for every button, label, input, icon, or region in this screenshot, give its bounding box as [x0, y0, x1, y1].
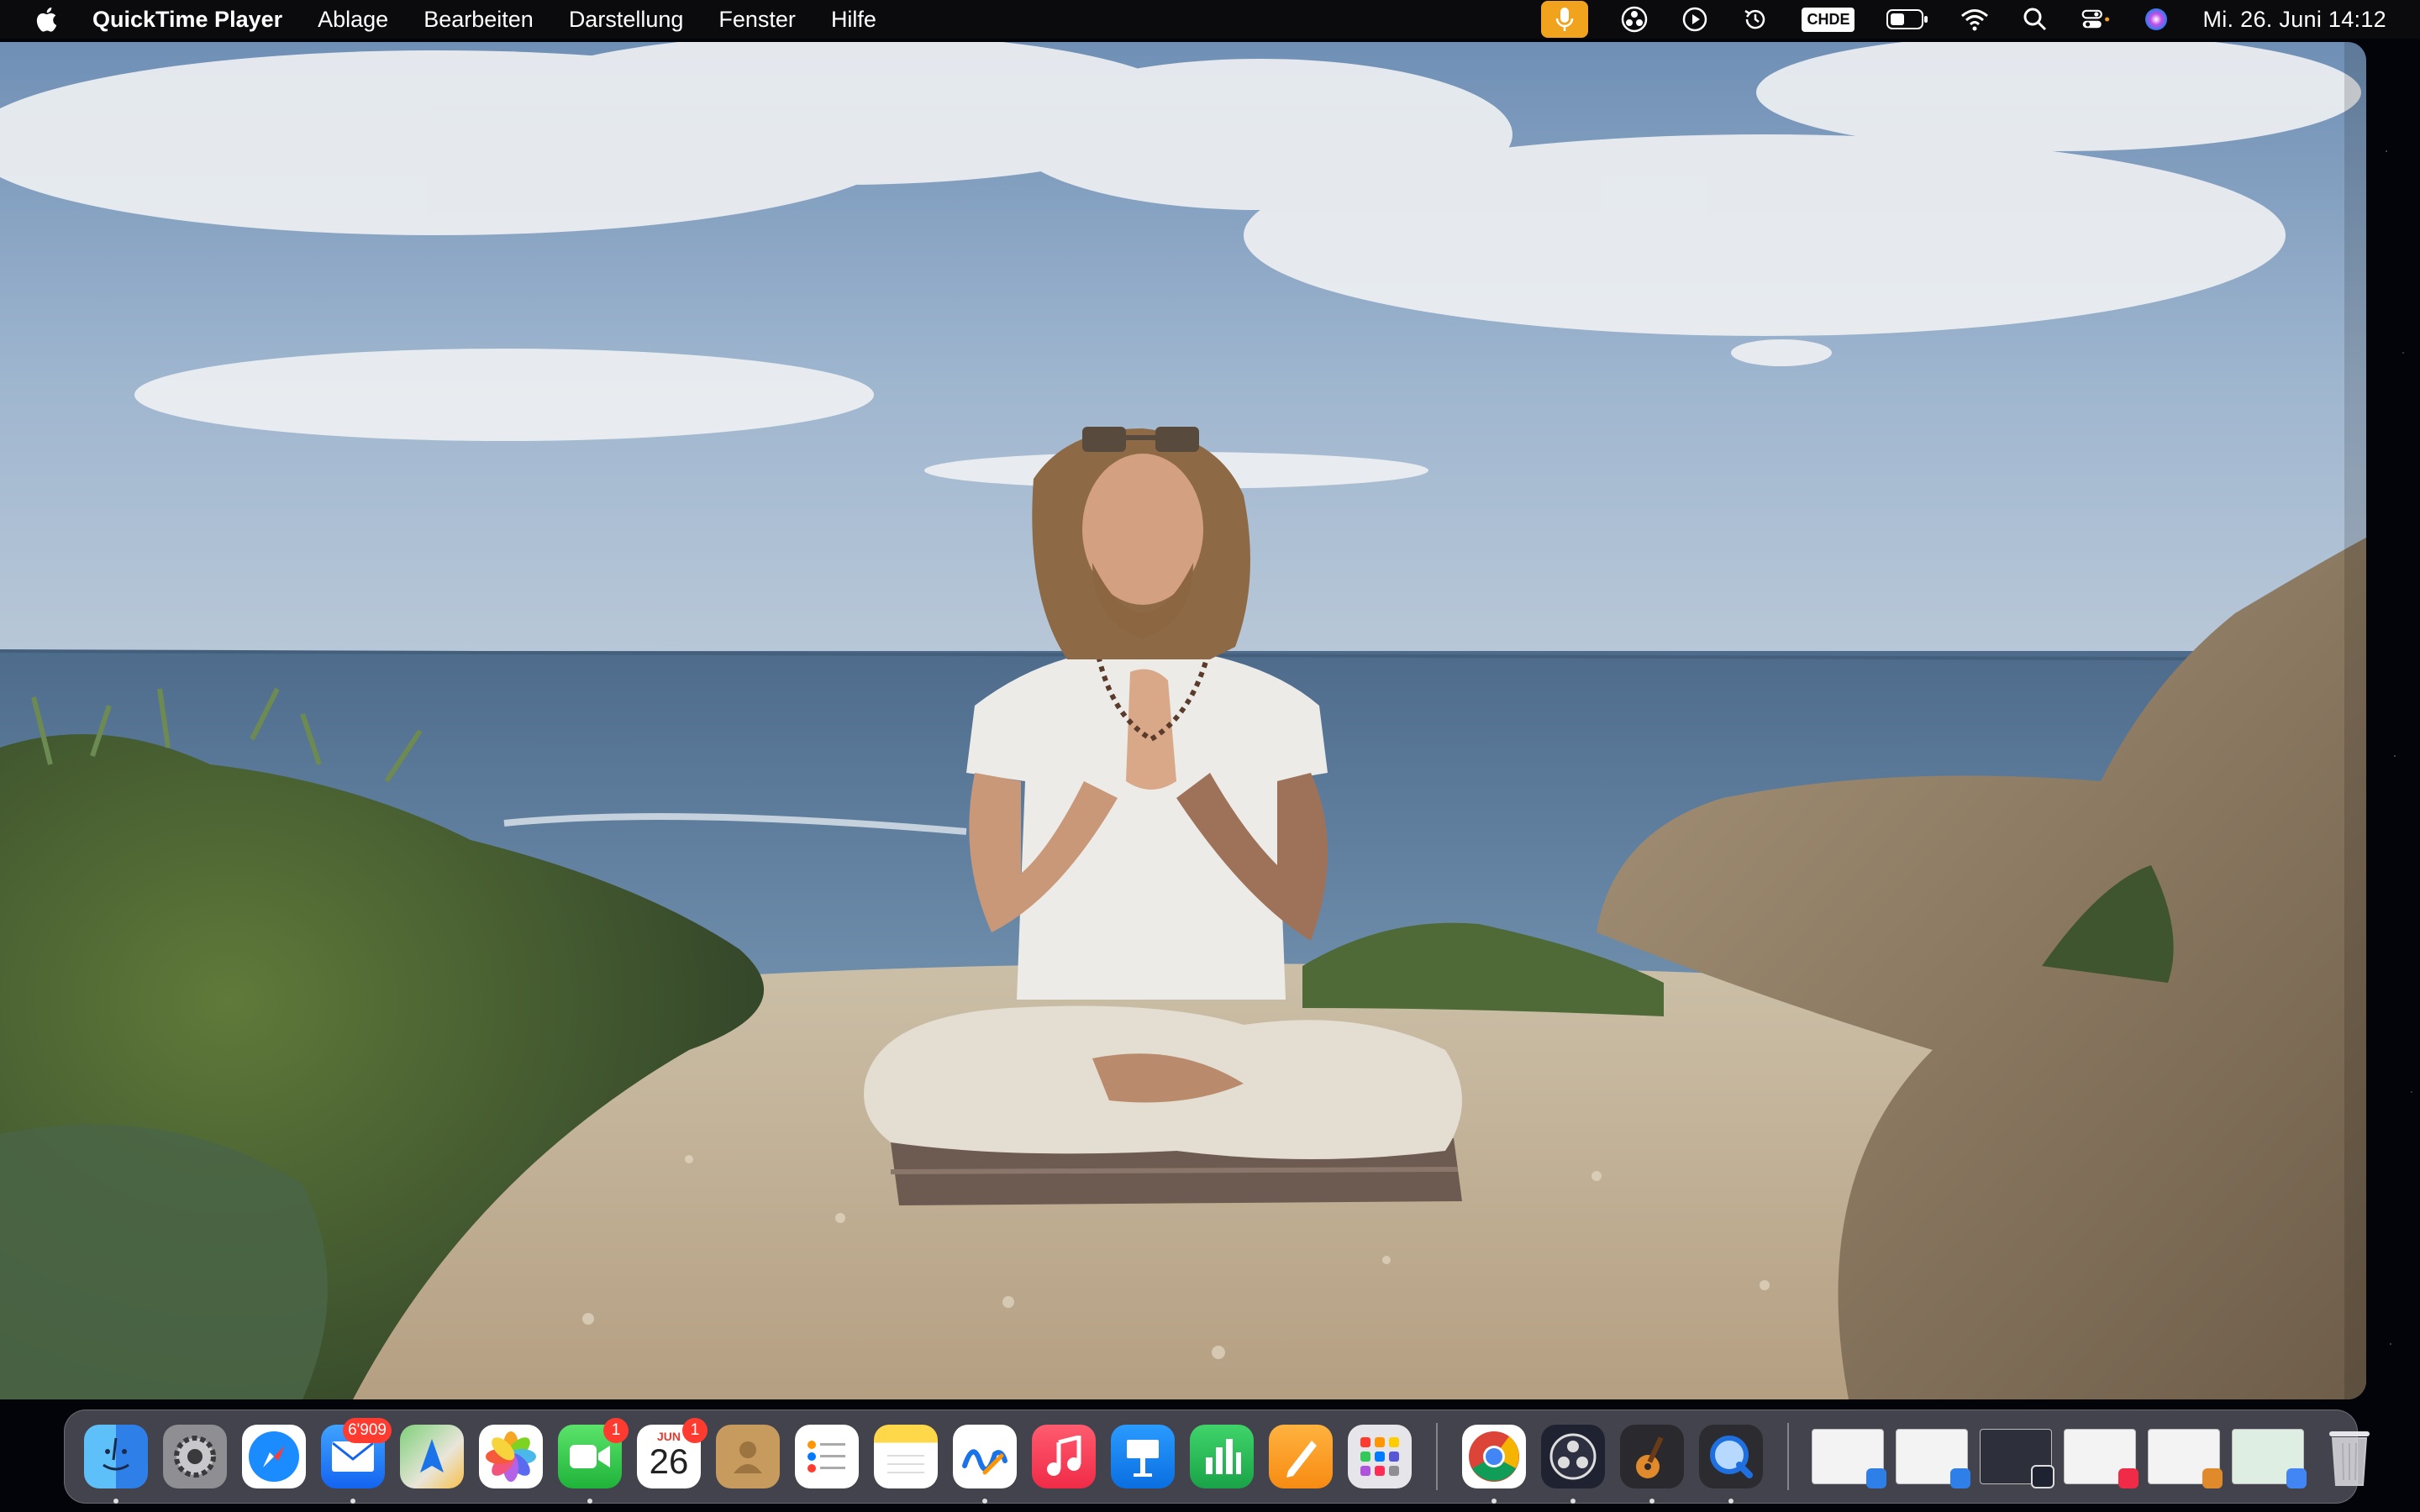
compass-icon [249, 1431, 299, 1482]
dock-maps[interactable] [400, 1425, 464, 1488]
dock-reminders[interactable] [795, 1425, 859, 1488]
guitar-icon [2202, 1468, 2223, 1488]
obs-studio-icon [1549, 1433, 1597, 1480]
dock-pages[interactable] [1269, 1425, 1333, 1488]
dock-garageband[interactable] [1620, 1425, 1684, 1504]
dock-minimized-window[interactable] [1812, 1429, 1886, 1488]
input-source-indicator[interactable]: CHDE [1802, 7, 1855, 32]
dock-contacts[interactable] [716, 1425, 780, 1488]
battery-icon[interactable] [1886, 5, 1928, 34]
finder-icon [1866, 1468, 1886, 1488]
pages-pen-icon [1286, 1441, 1317, 1478]
obs-icon[interactable] [1620, 5, 1649, 34]
dock-chrome[interactable] [1462, 1425, 1526, 1504]
dock-launchpad[interactable] [1348, 1425, 1412, 1488]
menu-bar: QuickTime Player Ablage Bearbeiten Darst… [0, 0, 2420, 39]
dock-keynote[interactable] [1111, 1425, 1175, 1488]
running-indicator [350, 1499, 355, 1504]
dock-trash[interactable] [2317, 1425, 2381, 1488]
siri-icon[interactable] [2142, 5, 2170, 34]
calendar-day: 26 [649, 1441, 689, 1481]
running-indicator [1728, 1499, 1733, 1504]
mail-unread-badge: 6'909 [343, 1418, 392, 1443]
dock-photos[interactable] [479, 1425, 543, 1488]
music-note-icon [1047, 1436, 1081, 1476]
video-frame [0, 42, 2366, 1399]
running-indicator [587, 1499, 592, 1504]
photos-flower-icon [486, 1431, 536, 1482]
dock-freeform[interactable] [953, 1425, 1017, 1504]
dock-system-settings[interactable] [163, 1425, 227, 1488]
map-arrow-icon [420, 1439, 444, 1473]
dock-obs[interactable] [1541, 1425, 1605, 1504]
running-indicator [1491, 1499, 1497, 1504]
control-center-icon[interactable] [2081, 5, 2110, 34]
running-indicator [982, 1499, 987, 1504]
dock-finder[interactable] [84, 1425, 148, 1504]
calendar-badge: 1 [682, 1418, 708, 1443]
music-note-icon [2118, 1468, 2139, 1488]
dock-minimized-window[interactable] [1896, 1429, 1970, 1488]
dock-calendar[interactable]: JUN 26 1 [637, 1418, 708, 1488]
chrome-icon [1469, 1431, 1519, 1482]
finder-icon [103, 1437, 129, 1471]
facetime-badge: 1 [603, 1418, 629, 1443]
play-circle-icon[interactable] [1681, 5, 1709, 34]
dock-minimized-window[interactable] [1980, 1429, 2054, 1488]
quicktime-video-window[interactable] [0, 42, 2366, 1399]
menu-ablage[interactable]: Ablage [318, 7, 388, 33]
dock-numbers[interactable] [1190, 1425, 1254, 1488]
running-indicator [113, 1499, 118, 1504]
dock-minimized-window[interactable] [2064, 1429, 2139, 1488]
dock-facetime[interactable]: 1 [558, 1418, 629, 1504]
freeform-scribble-icon [962, 1449, 1007, 1475]
dock-safari[interactable] [242, 1425, 306, 1488]
running-indicator [1649, 1499, 1655, 1504]
chrome-icon [2286, 1468, 2307, 1488]
quicktime-icon [1710, 1436, 1753, 1478]
menu-darstellung[interactable]: Darstellung [569, 7, 684, 33]
obs-studio-icon [2031, 1465, 2054, 1488]
dock-separator [1787, 1423, 1789, 1490]
dock-separator [1436, 1423, 1438, 1490]
numbers-chart-icon [1206, 1439, 1241, 1474]
apple-icon[interactable] [34, 5, 62, 34]
status-area: CHDE Mi. 26. Juni 14:12 [1541, 0, 2386, 39]
notes-icon [887, 1455, 924, 1473]
dock-minimized-window[interactable] [2232, 1429, 2307, 1488]
dock-notes[interactable] [874, 1425, 938, 1488]
dock-minimized-window[interactable] [2148, 1429, 2223, 1488]
envelope-icon [332, 1441, 374, 1472]
reminders-list-icon [808, 1441, 845, 1473]
keynote-podium-icon [1127, 1440, 1159, 1477]
dock-quicktime[interactable] [1699, 1425, 1763, 1504]
menu-bearbeiten[interactable]: Bearbeiten [424, 7, 534, 33]
finder-icon [1950, 1468, 1970, 1488]
microphone-icon[interactable] [1541, 1, 1589, 38]
launchpad-grid-icon [1360, 1437, 1399, 1476]
video-camera-icon [570, 1445, 610, 1468]
dock-mail[interactable]: 6'909 [321, 1418, 392, 1504]
dock-music[interactable] [1032, 1425, 1096, 1488]
time-machine-icon[interactable] [1741, 5, 1770, 34]
menu-hilfe[interactable]: Hilfe [831, 7, 876, 33]
menu-app-name[interactable]: QuickTime Player [92, 7, 282, 33]
wifi-icon[interactable] [1960, 5, 1989, 34]
gear-icon [174, 1436, 216, 1478]
spotlight-search-icon[interactable] [2021, 5, 2049, 34]
running-indicator [1570, 1499, 1576, 1504]
trash-icon [2329, 1431, 2370, 1486]
guitar-icon [1636, 1436, 1664, 1478]
menu-fenster[interactable]: Fenster [718, 7, 796, 33]
menu-bar-clock[interactable]: Mi. 26. Juni 14:12 [2202, 7, 2386, 33]
contacts-person-icon [734, 1441, 762, 1473]
dock: 6'909 1 JUN 26 1 [64, 1410, 2370, 1504]
